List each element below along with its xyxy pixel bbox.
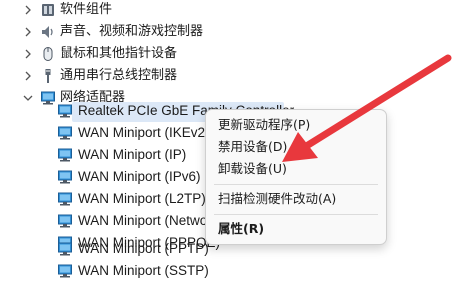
chevron-right-icon[interactable] [21, 3, 35, 17]
context-menu: 更新驱动程序(P) 禁用设备(D) 卸载设备(U) 扫描检测硬件改动(A) 属性… [205, 109, 387, 245]
network-adapter-icon [57, 191, 73, 207]
network-adapter-icon [57, 263, 73, 279]
category-label: 软件组件 [60, 2, 113, 17]
device-label: WAN Miniport (SSTP) [78, 263, 209, 278]
category-label: 声音、视频和游戏控制器 [60, 24, 204, 39]
network-adapter-icon [57, 213, 73, 229]
menu-item-uninstall-device[interactable]: 卸载设备(U) [206, 158, 386, 180]
menu-separator [214, 214, 378, 215]
chevron-right-icon[interactable] [21, 69, 35, 83]
category-label: 鼠标和其他指针设备 [60, 46, 178, 61]
software-component-icon [40, 2, 56, 18]
network-adapter-icon [57, 147, 73, 163]
menu-item-update-driver[interactable]: 更新驱动程序(P) [206, 114, 386, 136]
menu-item-scan-hardware[interactable]: 扫描检测硬件改动(A) [206, 188, 386, 210]
device-tree: 软件组件 声音、视频和游戏控制器 鼠标和其他指针设备 通用串行总线控制器 网络适… [0, 0, 470, 284]
device-label: WAN Miniport (IP) [78, 147, 187, 162]
device-label: WAN Miniport (IKEv2) [78, 125, 210, 140]
category-label: 通用串行总线控制器 [60, 68, 178, 83]
device-label: WAN Miniport (L2TP) [78, 191, 206, 206]
usb-icon [40, 68, 56, 84]
chevron-down-icon[interactable] [21, 91, 35, 105]
chevron-right-icon[interactable] [21, 47, 35, 61]
device-label: WAN Miniport (IPv6) [78, 169, 201, 184]
menu-item-properties[interactable]: 属性(R) [206, 218, 386, 240]
menu-item-disable-device[interactable]: 禁用设备(D) [206, 136, 386, 158]
speaker-icon [40, 24, 56, 40]
network-adapter-icon [40, 90, 56, 106]
mouse-icon [40, 46, 56, 62]
network-adapter-icon [57, 169, 73, 185]
menu-separator [214, 184, 378, 185]
network-adapter-icon [57, 103, 73, 119]
chevron-right-icon[interactable] [21, 25, 35, 39]
network-adapter-icon [57, 241, 73, 257]
network-adapter-icon [57, 125, 73, 141]
device-label: WAN Miniport (PPTP) [78, 241, 209, 256]
